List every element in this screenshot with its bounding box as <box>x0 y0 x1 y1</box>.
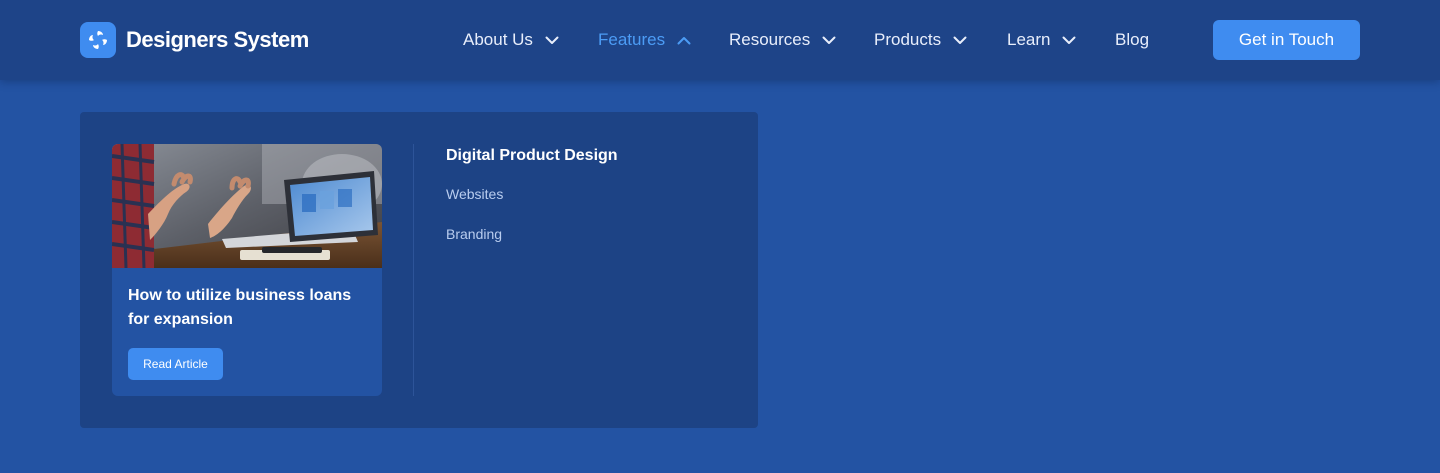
get-in-touch-button[interactable]: Get in Touch <box>1213 20 1360 60</box>
panel-divider <box>413 144 414 396</box>
article-title[interactable]: How to utilize business loans for expans… <box>128 284 368 332</box>
laptop-meeting-photo <box>112 144 382 268</box>
chevron-down-icon <box>545 36 559 45</box>
nav-about-us[interactable]: About Us <box>463 29 559 51</box>
nav-label: Blog <box>1115 30 1150 49</box>
nav-label: Resources <box>729 30 811 49</box>
nav-label: About Us <box>463 30 533 49</box>
chevron-down-icon <box>822 36 836 45</box>
nav-products[interactable]: Products <box>874 29 967 51</box>
nav-label: Products <box>874 30 942 49</box>
menu-link-websites[interactable]: Websites <box>446 186 503 202</box>
chevron-up-icon <box>677 36 691 45</box>
nav-features[interactable]: Features <box>598 29 691 51</box>
nav-learn[interactable]: Learn <box>1007 29 1076 51</box>
features-dropdown-panel: How to utilize business loans for expans… <box>80 112 758 428</box>
read-article-button[interactable]: Read Article <box>128 348 223 380</box>
chevron-down-icon <box>1062 36 1076 45</box>
spiral-logo-icon <box>80 22 116 58</box>
section-heading: Digital Product Design <box>446 147 618 164</box>
menu-link-branding[interactable]: Branding <box>446 226 502 242</box>
site-header: Designers System About Us Features Resou… <box>0 0 1440 80</box>
nav-blog[interactable]: Blog <box>1115 29 1149 51</box>
article-card[interactable]: How to utilize business loans for expans… <box>112 144 382 396</box>
brand-name: Designers System <box>126 27 309 52</box>
nav-label: Learn <box>1007 30 1051 49</box>
chevron-down-icon <box>953 36 967 45</box>
nav-label: Features <box>598 30 666 49</box>
nav-resources[interactable]: Resources <box>729 29 836 51</box>
brand-logo[interactable]: Designers System <box>80 22 309 58</box>
